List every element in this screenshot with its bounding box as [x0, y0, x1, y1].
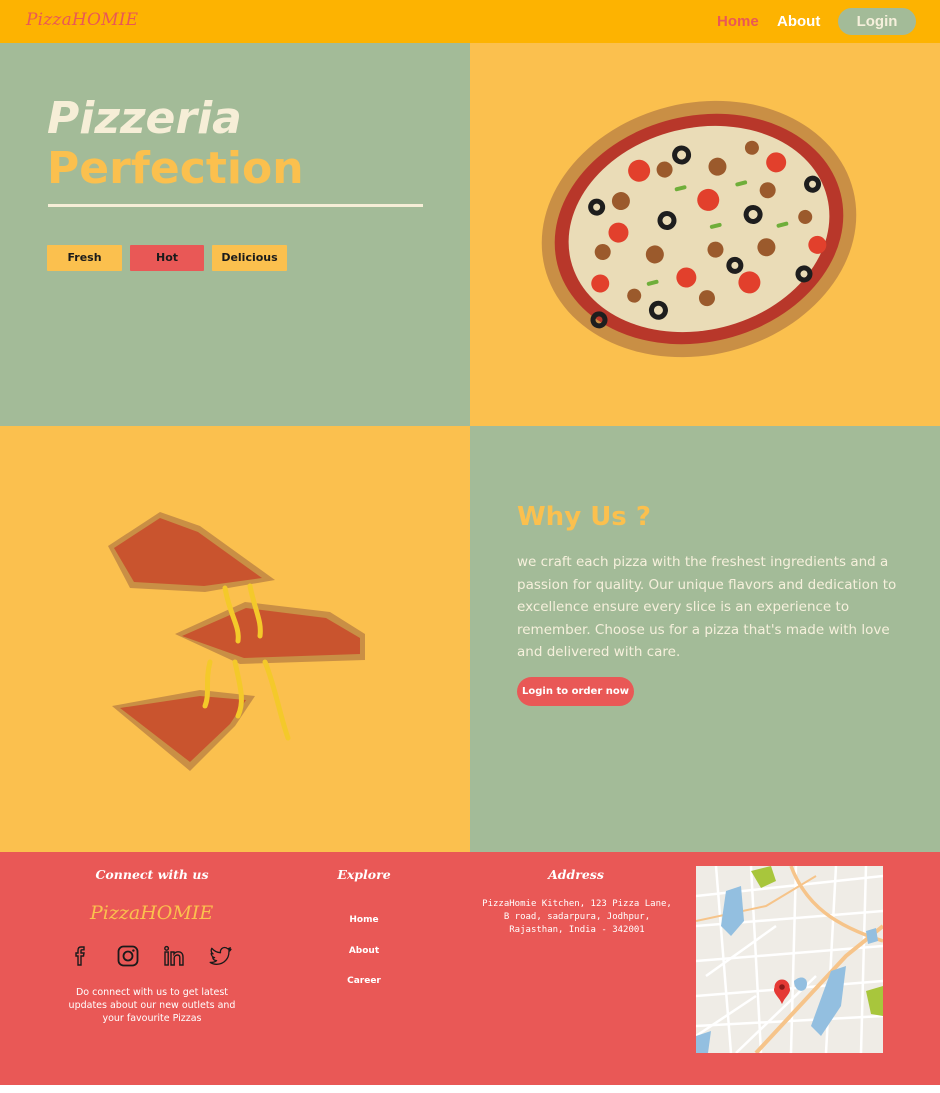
footer-address-heading: Address [548, 867, 604, 882]
tag-hot: Hot [130, 245, 204, 271]
pizza-slices-image [108, 512, 365, 771]
footer-address-text: PizzaHomie Kitchen, 123 Pizza Lane, B ro… [482, 899, 672, 935]
footer-link-home[interactable]: Home [324, 915, 404, 925]
location-map[interactable] [696, 866, 883, 1053]
why-us-title: Why Us ? [517, 502, 651, 532]
facebook-icon[interactable] [68, 943, 94, 969]
tag-delicious: Delicious [212, 245, 287, 271]
footer-connect-heading: Connect with us [95, 867, 209, 882]
hero-title-line2: Perfection [47, 143, 304, 194]
hero-divider [48, 204, 423, 207]
top-navbar: PizzaHOMIE Home About Login [0, 0, 940, 43]
hero-text-panel: Pizzeria Perfection Fresh Hot Delicious [0, 43, 470, 426]
footer-link-about[interactable]: About [324, 946, 404, 956]
brand-logo[interactable]: PizzaHOMIE [26, 10, 138, 30]
linkedin-icon[interactable] [161, 943, 187, 969]
instagram-icon[interactable] [115, 943, 141, 969]
nav-link-about[interactable]: About [777, 13, 820, 30]
pizza-image [541, 100, 857, 358]
why-image-panel [0, 426, 470, 852]
nav-link-home[interactable]: Home [717, 13, 759, 30]
why-us-text: we craft each pizza with the freshest in… [517, 554, 897, 660]
login-to-order-button[interactable]: Login to order now [517, 677, 634, 706]
hero-image-panel [470, 43, 940, 426]
tag-fresh: Fresh [47, 245, 122, 271]
twitter-icon[interactable] [208, 943, 234, 969]
footer-explore-heading: Explore [337, 867, 391, 882]
login-button[interactable]: Login [838, 8, 916, 35]
why-us-panel: Why Us ? we craft each pizza with the fr… [470, 426, 940, 852]
footer: Connect with us PizzaHOMIE Do connect wi… [0, 852, 940, 1085]
hero-title-line1: Pizzeria [47, 93, 242, 144]
footer-link-career[interactable]: Career [324, 976, 404, 986]
footer-connect-blurb: Do connect with us to get latest updates… [68, 987, 236, 1024]
footer-brand-logo[interactable]: PizzaHOMIE [90, 902, 213, 924]
